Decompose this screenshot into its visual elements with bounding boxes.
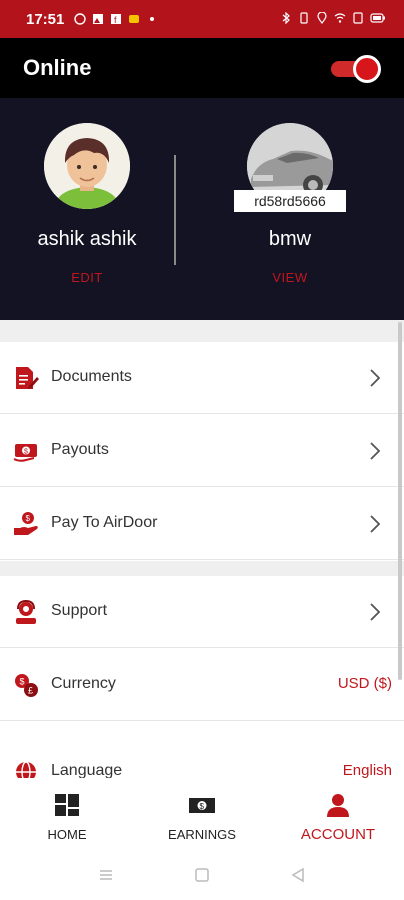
online-status-title: Online <box>23 55 92 80</box>
license-plate: rd58rd5666 <box>234 190 346 212</box>
message-icon <box>129 15 139 23</box>
person-account-icon <box>327 794 349 817</box>
svg-text:$: $ <box>200 802 205 811</box>
status-time: 17:51 <box>26 11 65 28</box>
language-value: English <box>342 762 392 779</box>
whatsapp-icon <box>74 13 86 25</box>
system-navigation-bar <box>0 850 404 900</box>
vibrate-icon <box>300 12 308 24</box>
currency-value: USD ($) <box>337 675 392 692</box>
hand-pay-icon: $ <box>14 512 38 535</box>
grid-home-icon <box>55 794 79 816</box>
nav-account[interactable]: ACCOUNT <box>283 792 393 844</box>
chevron-right-icon <box>370 369 381 387</box>
nav-label: EARNINGS <box>168 827 236 842</box>
svg-text:$: $ <box>26 514 31 523</box>
menu-item-currency[interactable]: $ £ Currency USD ($) <box>0 649 404 721</box>
bottom-navigation: HOME $ EARNINGS ACCOUNT <box>0 778 404 850</box>
svg-text:£: £ <box>28 686 33 696</box>
toggle-knob <box>353 55 381 83</box>
user-avatar-icon <box>44 123 130 209</box>
user-name: ashik ashik <box>37 228 137 250</box>
menu-section-divider <box>0 561 404 576</box>
menu-item-label: Currency <box>51 675 116 692</box>
document-edit-icon <box>16 367 39 389</box>
wifi-icon <box>334 13 346 23</box>
photos-icon <box>93 14 103 24</box>
battery-icon <box>370 13 385 23</box>
menu-spacer <box>0 320 404 342</box>
menu-item-support[interactable]: Support <box>0 576 404 648</box>
view-car-link[interactable]: VIEW <box>250 270 330 285</box>
svg-text:$: $ <box>24 449 28 456</box>
chevron-right-icon <box>370 515 381 533</box>
menu-item-documents[interactable]: Documents <box>0 342 404 414</box>
payout-money-icon: $ <box>13 444 37 462</box>
menu-item-label: Documents <box>51 368 132 385</box>
chevron-right-icon <box>370 442 381 460</box>
nav-home[interactable]: HOME <box>12 792 122 844</box>
cash-earnings-icon: $ <box>189 798 215 813</box>
profile-divider <box>174 155 176 265</box>
svg-text:$: $ <box>20 677 25 687</box>
nav-label: HOME <box>47 827 87 842</box>
dot-icon <box>150 17 154 21</box>
menu-scrollbar[interactable] <box>398 322 402 680</box>
user-avatar[interactable] <box>44 123 130 209</box>
menu-item-payouts[interactable]: $ Payouts <box>0 415 404 487</box>
back-triangle-icon[interactable] <box>290 867 306 883</box>
bluetooth-icon <box>282 12 290 24</box>
car-name: bmw <box>268 228 312 250</box>
currency-icon: $ £ <box>15 674 38 697</box>
support-agent-icon <box>16 599 36 624</box>
menu-item-label: Pay To AirDoor <box>51 514 158 531</box>
nav-label: ACCOUNT <box>300 826 376 843</box>
online-toggle[interactable] <box>331 54 381 84</box>
status-notification-icons: f <box>74 13 158 25</box>
nav-earnings[interactable]: $ EARNINGS <box>147 792 257 844</box>
status-system-icons <box>280 12 386 24</box>
menu-item-label: Support <box>51 602 108 619</box>
home-square-icon[interactable] <box>194 867 210 883</box>
profile-panel: rd58rd5666 ashik ashik bmw EDIT VIEW <box>0 98 404 320</box>
menu-lines-icon[interactable] <box>98 867 114 883</box>
status-bar: 17:51 f <box>0 0 404 38</box>
menu-item-pay-to-airdoor[interactable]: $ Pay To AirDoor <box>0 488 404 560</box>
location-icon <box>317 12 327 24</box>
edit-profile-link[interactable]: EDIT <box>47 270 127 285</box>
chevron-right-icon <box>370 603 381 621</box>
sim-icon <box>353 12 363 24</box>
facebook-icon: f <box>111 14 121 25</box>
menu-item-label: Payouts <box>51 441 109 458</box>
